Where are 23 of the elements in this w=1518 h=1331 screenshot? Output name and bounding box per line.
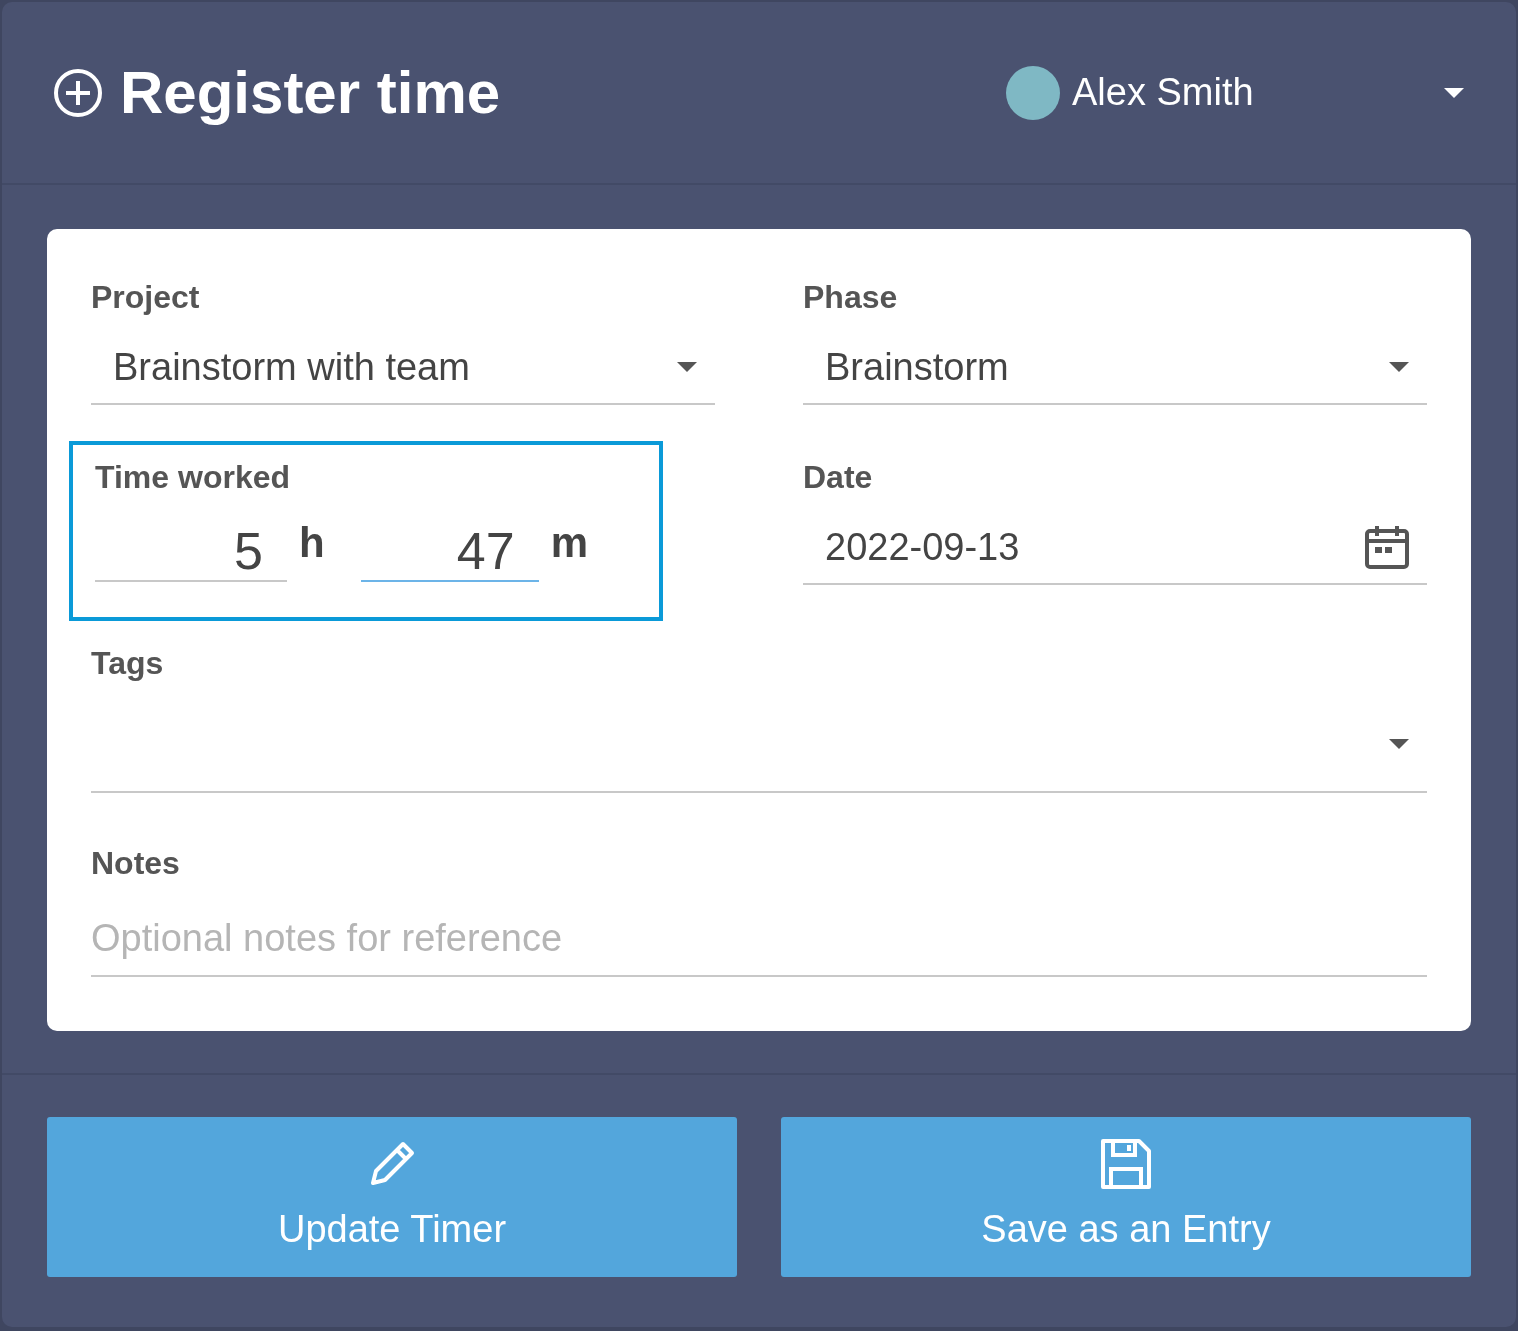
caret-icon[interactable] xyxy=(1442,85,1466,100)
dropdown-caret-icon[interactable] xyxy=(675,360,699,374)
unit-label: h xyxy=(299,518,325,568)
dialog-title: Register time xyxy=(120,57,501,128)
field-label: Phase xyxy=(803,278,899,317)
user-name[interactable]: Alex Smith xyxy=(1072,64,1442,121)
unit-label: m xyxy=(550,518,588,568)
project-dropdown[interactable]: Brainstorm with team xyxy=(91,331,715,405)
phase-dropdown[interactable]: Brainstorm xyxy=(803,331,1427,405)
calendar-icon[interactable] xyxy=(1363,523,1411,571)
dropdown-caret-icon[interactable] xyxy=(1387,360,1411,374)
field-label: Date xyxy=(803,458,874,497)
dropdown-caret-icon[interactable] xyxy=(1387,737,1411,751)
field-label: Notes xyxy=(91,844,181,883)
notes-field[interactable]: Optional notes for reference xyxy=(91,901,1427,977)
minutes-field[interactable]: 47 xyxy=(360,512,539,582)
add-circle-icon xyxy=(52,66,104,119)
date-field[interactable]: 2022-09-13 xyxy=(803,511,1427,585)
hours-field[interactable]: 5 xyxy=(95,512,287,582)
field-label: Project xyxy=(91,278,201,317)
avatar xyxy=(1006,65,1060,120)
field-label: Tags xyxy=(91,644,165,683)
field-label: Time worked xyxy=(95,458,292,497)
